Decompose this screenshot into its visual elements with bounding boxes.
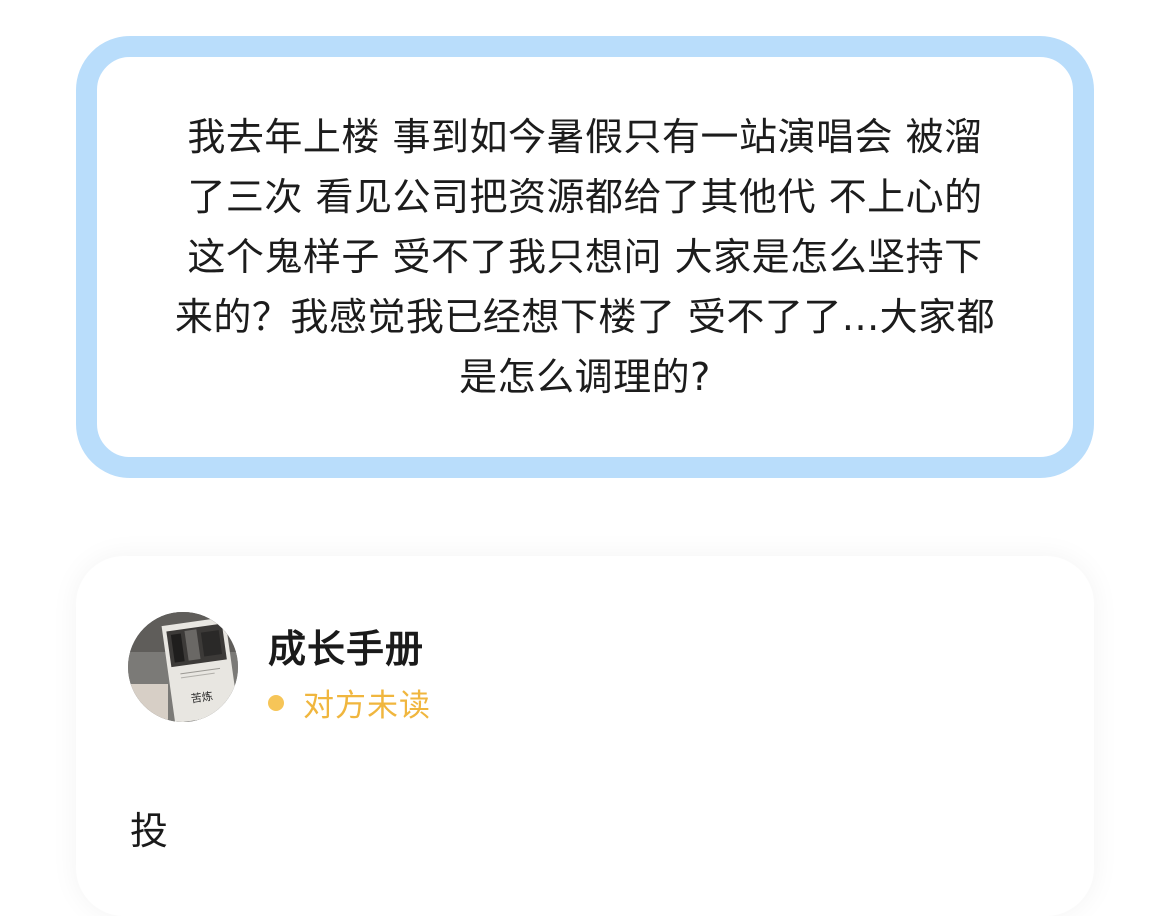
- question-line: 了三次 看见公司把资源都给了其他代 不上心的: [187, 175, 983, 219]
- avatar[interactable]: 苦炼: [128, 612, 238, 722]
- answer-body: 投: [130, 809, 169, 853]
- question-line: 来的？我感觉我已经想下楼了 受不了了...大家都: [174, 295, 996, 339]
- question-card: 我去年上楼 事到如今暑假只有一站演唱会 被溜 了三次 看见公司把资源都给了其他代…: [76, 36, 1094, 478]
- question-line: 是怎么调理的?: [459, 355, 711, 399]
- author-name[interactable]: 成长手册: [268, 618, 424, 673]
- status-text: 对方未读: [303, 688, 431, 724]
- question-line: 这个鬼样子 受不了我只想问 大家是怎么坚持下: [187, 235, 983, 279]
- read-status: 对方未读: [268, 680, 431, 725]
- status-dot-icon: [268, 694, 284, 711]
- answer-card[interactable]: 苦炼 成长手册 对方未读 投: [76, 556, 1094, 916]
- avatar-image: 苦炼: [128, 612, 238, 722]
- question-line: 我去年上楼 事到如今暑假只有一站演唱会 被溜: [187, 115, 983, 159]
- question-text: 我去年上楼 事到如今暑假只有一站演唱会 被溜 了三次 看见公司把资源都给了其他代…: [145, 107, 1025, 407]
